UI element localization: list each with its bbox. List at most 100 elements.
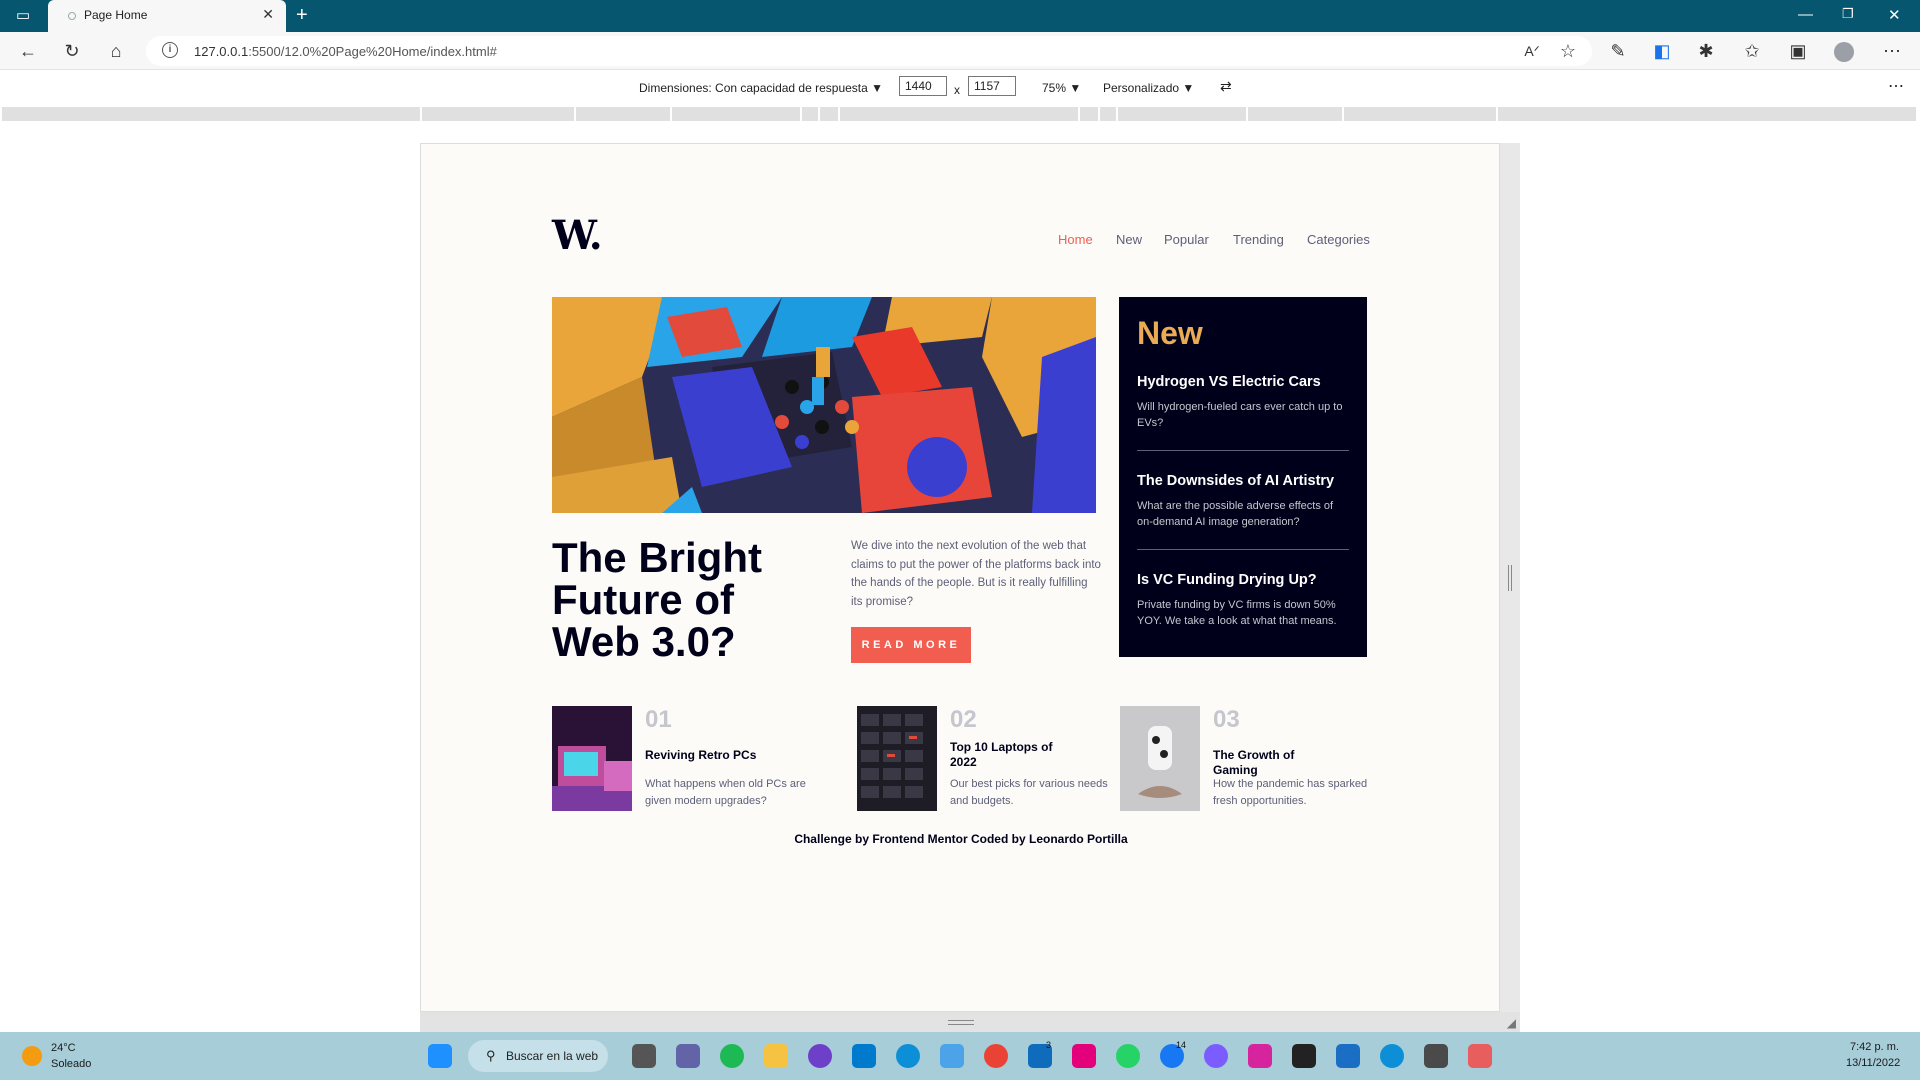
new-item-desc: Private funding by VC firms is down 50% …: [1137, 599, 1337, 627]
chevron-down-icon: ▼: [871, 81, 884, 95]
spotify-icon[interactable]: [720, 1044, 744, 1068]
file-explorer-icon[interactable]: [764, 1044, 788, 1068]
weather-desc[interactable]: Soleado: [51, 1058, 91, 1070]
extensions-icon[interactable]: ✱: [1694, 39, 1718, 63]
new-item[interactable]: Is VC Funding Drying Up? Private funding…: [1137, 571, 1349, 629]
card-number: 02: [950, 706, 977, 733]
profile-avatar[interactable]: [1832, 39, 1856, 63]
tab-actions-icon[interactable]: ▭: [16, 6, 30, 24]
tab-close-button[interactable]: ✕: [262, 6, 274, 23]
settings-more-icon[interactable]: ⋯: [1880, 39, 1904, 63]
photos-icon[interactable]: [1072, 1044, 1096, 1068]
gaming-controller-thumbnail[interactable]: [1120, 706, 1200, 811]
ruler-segment[interactable]: [422, 107, 574, 121]
whatsapp-icon[interactable]: [1116, 1044, 1140, 1068]
clock-time[interactable]: 7:42 p. m.: [1850, 1041, 1899, 1053]
paint-icon[interactable]: [940, 1044, 964, 1068]
ruler-segment[interactable]: [1118, 107, 1246, 121]
site-logo[interactable]: W.: [552, 212, 603, 259]
weather-sun-icon[interactable]: [22, 1046, 42, 1066]
edge-icon[interactable]: [896, 1044, 920, 1068]
article-card[interactable]: 02 Top 10 Laptops of 2022 Our best picks…: [857, 706, 1108, 812]
attribution-footer: Challenge by Frontend Mentor Coded by Le…: [794, 832, 1128, 846]
new-item[interactable]: Hydrogen VS Electric Cars Will hydrogen-…: [1137, 373, 1349, 451]
back-icon[interactable]: ←: [16, 39, 40, 63]
nav-trending[interactable]: Trending: [1233, 232, 1284, 247]
nav-categories[interactable]: Categories: [1307, 232, 1370, 247]
restore-button[interactable]: ❐: [1842, 6, 1854, 22]
address-bar[interactable]: i 127.0.0.1:5500/12.0%20Page%20Home/inde…: [146, 36, 1592, 66]
messenger-icon[interactable]: [1204, 1044, 1228, 1068]
epic-games-icon[interactable]: [1292, 1044, 1316, 1068]
photos-app-icon[interactable]: [1336, 1044, 1360, 1068]
card-title[interactable]: Top 10 Laptops of 2022: [950, 740, 1075, 770]
article-card[interactable]: 03 The Growth of Gaming How the pandemic…: [1120, 706, 1367, 812]
read-more-button[interactable]: READ MORE: [851, 627, 971, 663]
windows-start-icon[interactable]: [428, 1044, 452, 1068]
browser-tab[interactable]: Page Home ✕: [48, 0, 286, 32]
clock-date[interactable]: 13/11/2022: [1846, 1057, 1900, 1069]
translate-icon[interactable]: ◧: [1650, 39, 1674, 63]
zoom-select[interactable]: 75% ▼: [1042, 81, 1081, 95]
laptop-keyboard-thumbnail[interactable]: [857, 706, 937, 811]
vscode-icon[interactable]: [852, 1044, 876, 1068]
ruler-segment[interactable]: [840, 107, 1078, 121]
ruler-segment[interactable]: [820, 107, 838, 121]
hero-description: We dive into the next evolution of the w…: [851, 540, 1101, 608]
card-title[interactable]: Reviving Retro PCs: [645, 748, 770, 763]
new-tab-button[interactable]: +: [296, 4, 308, 27]
nav-home[interactable]: Home: [1058, 232, 1093, 247]
retro-pc-thumbnail[interactable]: [552, 706, 632, 811]
new-item-title[interactable]: Hydrogen VS Electric Cars: [1137, 373, 1349, 391]
ruler-segment[interactable]: [1248, 107, 1342, 121]
new-item-title[interactable]: Is VC Funding Drying Up?: [1137, 571, 1349, 589]
chrome-icon[interactable]: [984, 1044, 1008, 1068]
resize-corner-icon[interactable]: ◢: [1507, 1016, 1516, 1030]
card-title[interactable]: The Growth of Gaming: [1213, 748, 1338, 778]
resize-handle-right[interactable]: [1500, 143, 1520, 1012]
minimize-button[interactable]: —: [1798, 6, 1813, 23]
width-input[interactable]: 1440: [899, 76, 947, 96]
tab-title: Page Home: [84, 8, 148, 22]
refresh-icon[interactable]: ↻: [60, 39, 84, 63]
taskbar-search[interactable]: ⚲ Buscar en la web: [468, 1040, 608, 1072]
ruler-segment[interactable]: [1498, 107, 1916, 121]
favorites-icon[interactable]: ✩: [1740, 39, 1764, 63]
nav-new[interactable]: New: [1116, 232, 1142, 247]
collections-icon[interactable]: ▣: [1786, 39, 1810, 63]
ruler-segment[interactable]: [1344, 107, 1496, 121]
dimensions-select[interactable]: Dimensiones: Con capacidad de respuesta …: [639, 81, 883, 95]
edge-dev-icon[interactable]: [1380, 1044, 1404, 1068]
title-bar: ▭ Page Home ✕ + — ❐ ✕: [0, 0, 1920, 32]
ruler-segment[interactable]: [576, 107, 670, 121]
more-options-icon[interactable]: ⋯: [1888, 76, 1904, 96]
github-desktop-icon[interactable]: [808, 1044, 832, 1068]
height-input[interactable]: 1157: [968, 76, 1016, 96]
rotate-icon[interactable]: ⇄: [1220, 78, 1232, 95]
close-window-button[interactable]: ✕: [1888, 6, 1901, 24]
read-aloud-icon[interactable]: Aᐟ: [1520, 39, 1544, 63]
nav-popular[interactable]: Popular: [1164, 232, 1209, 247]
resize-handle-bottom[interactable]: ◢: [420, 1012, 1520, 1032]
favorite-star-icon[interactable]: ☆: [1556, 39, 1580, 63]
media-query-ruler: [0, 106, 1920, 122]
instagram-icon[interactable]: [1248, 1044, 1272, 1068]
device-toolbar: Dimensiones: Con capacidad de respuesta …: [0, 70, 1920, 106]
eyedropper-icon[interactable]: ✎: [1606, 39, 1630, 63]
new-item[interactable]: The Downsides of AI Artistry What are th…: [1137, 472, 1349, 550]
ruler-segment[interactable]: [2, 107, 420, 121]
home-icon[interactable]: ⌂: [104, 39, 128, 63]
ruler-segment[interactable]: [672, 107, 800, 121]
ruler-segment[interactable]: [802, 107, 818, 121]
site-info-icon[interactable]: i: [162, 42, 178, 58]
ruler-segment[interactable]: [1080, 107, 1098, 121]
throttle-select[interactable]: Personalizado ▼: [1103, 81, 1194, 95]
task-view-icon[interactable]: [632, 1044, 656, 1068]
article-card[interactable]: 01 Reviving Retro PCs What happens when …: [552, 706, 806, 812]
snipping-tool-icon[interactable]: [1468, 1044, 1492, 1068]
weather-temp[interactable]: 24°C: [51, 1042, 76, 1054]
new-item-title[interactable]: The Downsides of AI Artistry: [1137, 472, 1349, 490]
teams-icon[interactable]: [676, 1044, 700, 1068]
calculator-icon[interactable]: [1424, 1044, 1448, 1068]
ruler-segment[interactable]: [1100, 107, 1116, 121]
